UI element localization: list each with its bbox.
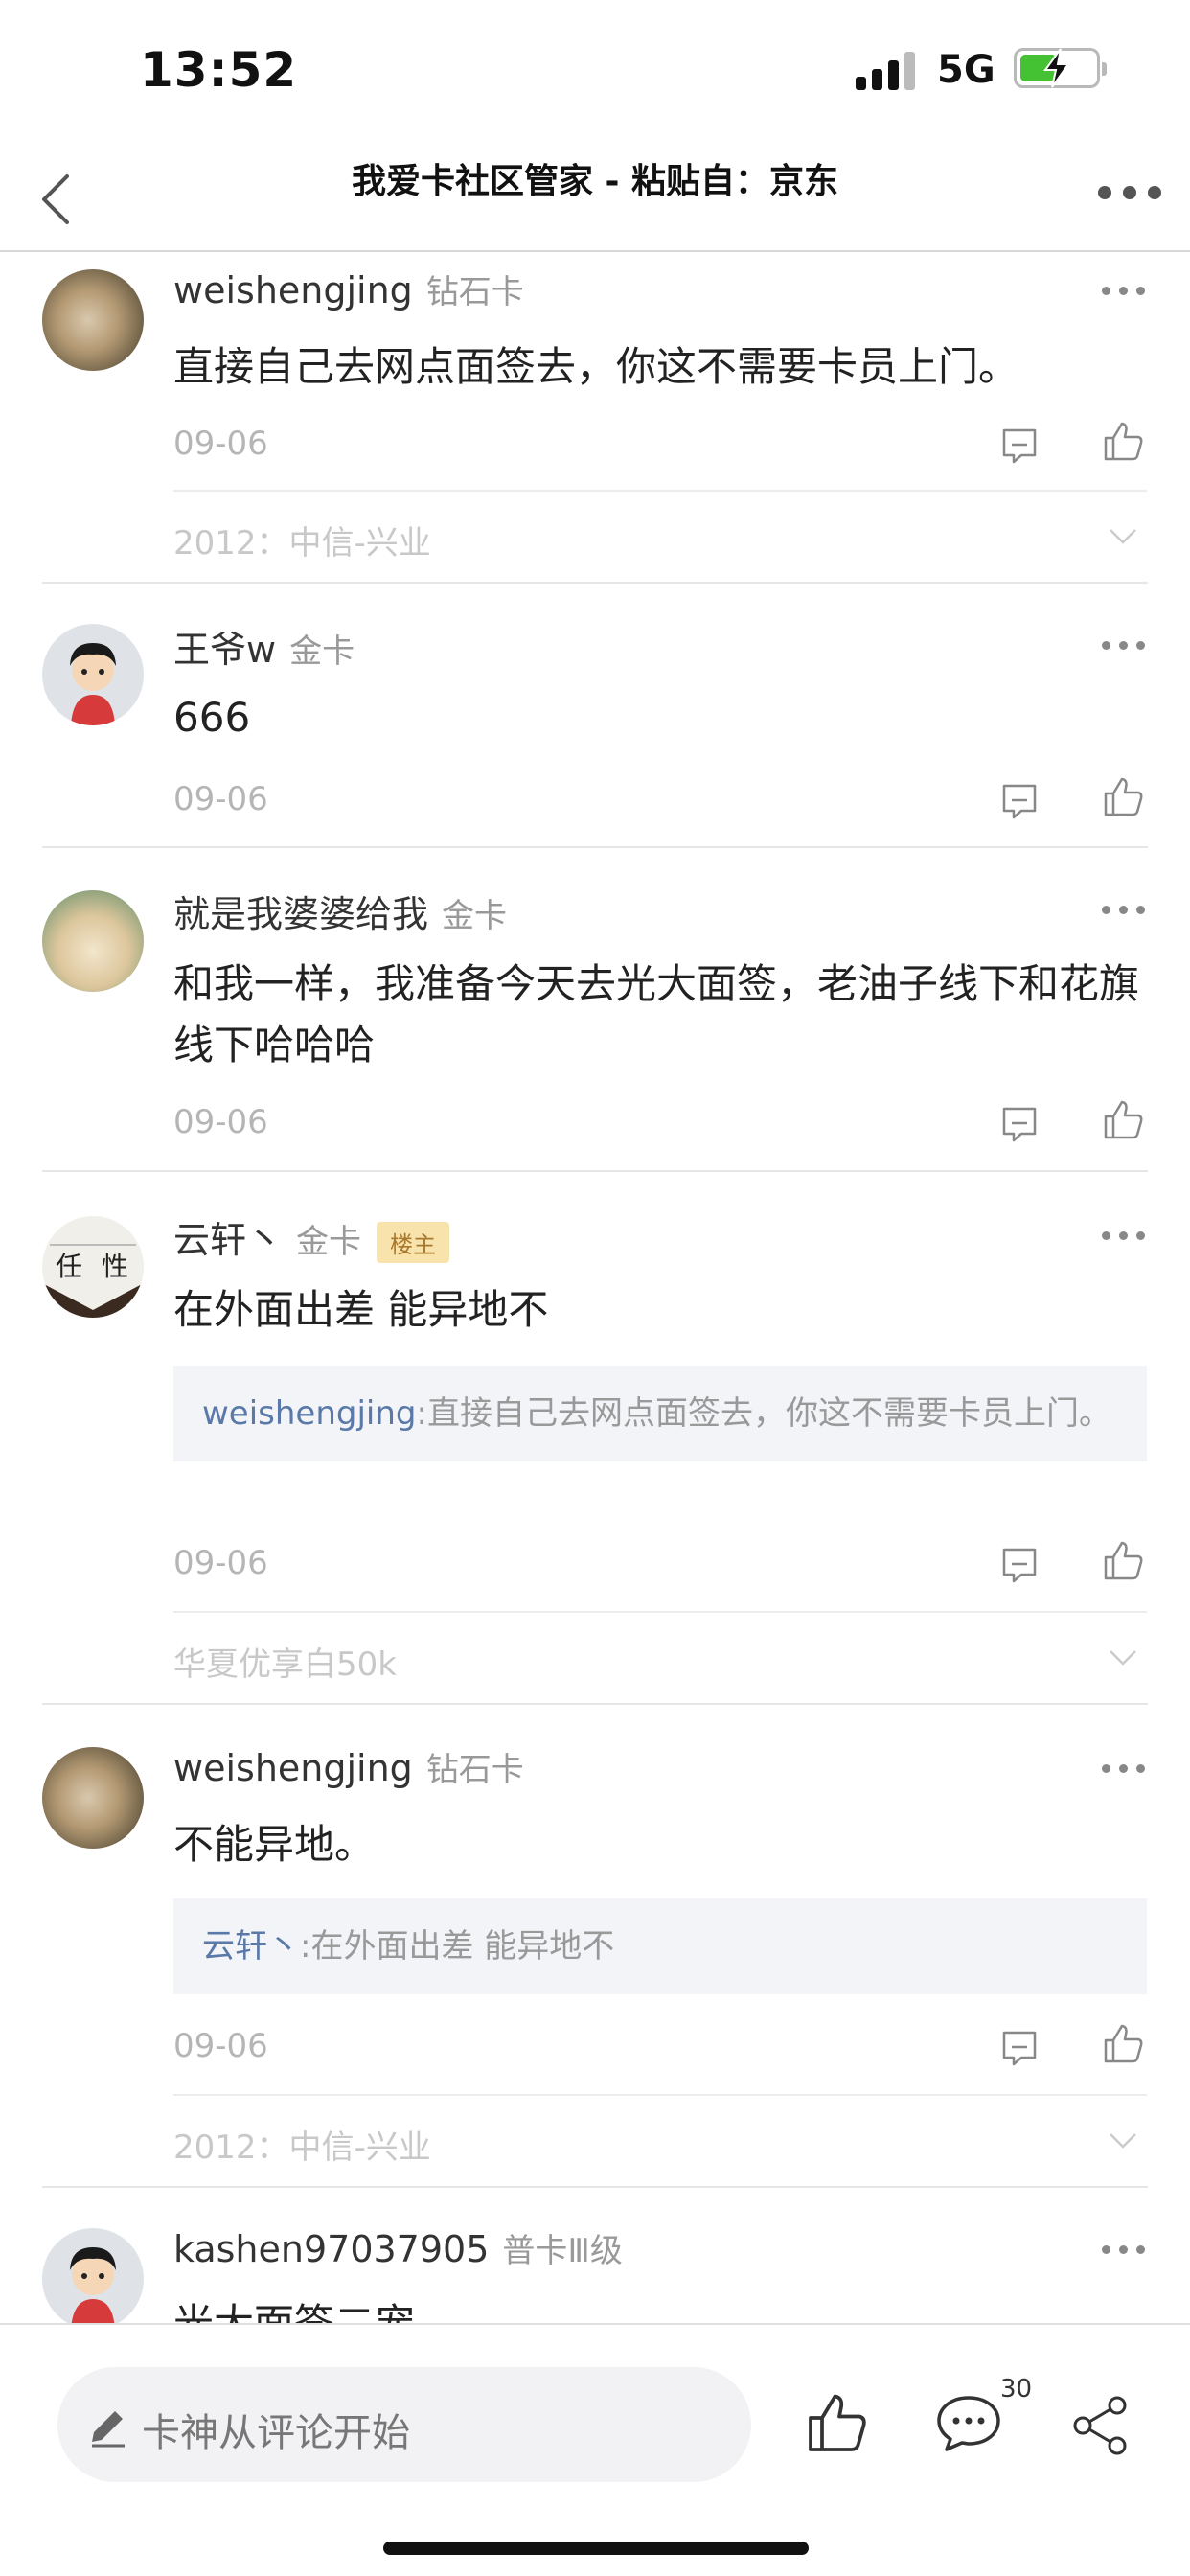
reply-icon[interactable]: [1000, 1105, 1039, 1143]
network-type: 5G: [937, 48, 995, 92]
divider: [42, 582, 1148, 584]
like-icon[interactable]: [1102, 776, 1144, 818]
comment-more-icon[interactable]: [1102, 2245, 1146, 2257]
reply-icon[interactable]: [1000, 426, 1039, 465]
comment-user[interactable]: 云轩丶 金卡 楼主: [173, 1210, 450, 1263]
divider: [42, 1170, 1148, 1172]
comment-user[interactable]: 王爷w 金卡: [173, 620, 355, 673]
comment-text: 在外面出差 能异地不: [173, 1286, 549, 1333]
card-tag-row[interactable]: 2012：中信-兴业: [173, 2094, 1147, 2186]
quoted-comment[interactable]: 云轩丶:在外面出差 能异地不: [173, 1898, 1147, 1994]
user-level: 金卡: [296, 1223, 362, 1261]
chevron-down-icon: [1110, 529, 1136, 544]
quoted-text: :直接自己去网点面签去，你这不需要卡员上门。: [416, 1394, 1111, 1433]
user-level: 金卡: [289, 632, 355, 671]
avatar[interactable]: [42, 269, 144, 371]
comment-more-icon[interactable]: [1102, 641, 1146, 653]
comment-text: 不能异地。: [173, 1821, 376, 1868]
status-bar: 13:52 5G: [0, 0, 1190, 144]
card-tag-row[interactable]: 2012：中信-兴业: [173, 490, 1147, 582]
card-tag: 2012：中信-兴业: [173, 524, 431, 563]
comment-more-icon[interactable]: [1102, 906, 1146, 917]
comment-input-placeholder: 卡神从评论开始: [142, 2411, 410, 2455]
divider: [42, 1703, 1148, 1705]
avatar[interactable]: [42, 890, 144, 992]
nav-bar: 我爱卡社区管家 - 粘贴自：京东: [0, 144, 1190, 252]
home-indicator: [383, 2542, 809, 2555]
page-title: 我爱卡社区管家 - 粘贴自：京东: [351, 162, 838, 201]
comment-more-icon[interactable]: [1102, 287, 1146, 298]
user-level: 钻石卡: [425, 1751, 524, 1789]
user-level: 钻石卡: [425, 273, 524, 311]
user-level: 普卡Ⅲ级: [502, 2232, 623, 2270]
chevron-down-icon: [1110, 1650, 1136, 1666]
comment-user[interactable]: weishengjing 钻石卡: [173, 265, 524, 312]
avatar[interactable]: [42, 624, 144, 725]
comment-text: 光大面签二宠: [173, 2293, 1141, 2323]
like-icon[interactable]: [1102, 1099, 1144, 1141]
like-icon[interactable]: [1102, 2023, 1144, 2065]
comments-icon[interactable]: [935, 2394, 1002, 2453]
like-icon[interactable]: [1102, 421, 1144, 463]
comment-more-icon[interactable]: [1102, 1231, 1146, 1243]
comment-text: 和我一样，我准备今天去光大面签，老油子线下和花旗线下哈哈哈: [173, 960, 1140, 1069]
comment-text: 666: [173, 694, 251, 741]
card-tag: 2012：中信-兴业: [173, 2128, 431, 2167]
comment-date: 09-06: [173, 2027, 268, 2065]
quoted-comment[interactable]: weishengjing:直接自己去网点面签去，你这不需要卡员上门。: [173, 1366, 1147, 1461]
like-icon[interactable]: [1102, 1540, 1144, 1582]
like-post-icon[interactable]: [805, 2392, 868, 2455]
comment-date: 09-06: [173, 1103, 268, 1141]
reply-icon[interactable]: [1000, 782, 1039, 820]
battery-icon: [1014, 48, 1107, 88]
avatar[interactable]: [42, 2228, 144, 2323]
comment-date: 09-06: [173, 425, 268, 463]
svg-text:任: 任: [56, 1251, 82, 1282]
comment-count: 30: [1000, 2375, 1033, 2404]
owner-badge: 楼主: [377, 1222, 450, 1263]
user-level: 金卡: [442, 897, 508, 935]
more-options-icon[interactable]: [1098, 186, 1165, 205]
comment-user[interactable]: weishengjing 钻石卡: [173, 1743, 524, 1790]
card-tag: 华夏优享白50k: [173, 1645, 397, 1684]
divider: [42, 846, 1148, 848]
comment-user[interactable]: 就是我婆婆给我 金卡: [173, 885, 507, 937]
comment-user[interactable]: kashen97037905 普卡Ⅲ级: [173, 2224, 623, 2271]
comment-item: kashen97037905普卡Ⅲ级 光大面签二宠: [0, 2186, 1190, 2323]
comment-date: 09-06: [173, 780, 268, 818]
quoted-text: :在外面出差 能异地不: [300, 1927, 615, 1966]
pencil-icon: [92, 2411, 125, 2448]
signal-icon: [856, 50, 919, 90]
share-icon[interactable]: [1071, 2394, 1131, 2457]
status-time: 13:52: [140, 42, 298, 98]
comment-input[interactable]: 卡神从评论开始: [57, 2367, 751, 2482]
comment-more-icon[interactable]: [1102, 1764, 1146, 1776]
avatar[interactable]: 任性: [42, 1216, 144, 1318]
avatar[interactable]: [42, 1747, 144, 1849]
quoted-user[interactable]: 云轩丶: [202, 1927, 300, 1966]
svg-text:性: 性: [102, 1251, 128, 1282]
bottom-action-bar: 卡神从评论开始 30: [0, 2323, 1190, 2576]
reply-icon[interactable]: [1000, 1546, 1039, 1584]
quoted-user[interactable]: weishengjing: [202, 1394, 417, 1433]
chevron-down-icon: [1110, 2133, 1136, 2149]
card-tag-row[interactable]: 华夏优享白50k: [173, 1611, 1147, 1703]
reply-icon[interactable]: [1000, 2029, 1039, 2067]
comment-date: 09-06: [173, 1544, 268, 1582]
comment-text: 直接自己去网点面签去，你这不需要卡员上门。: [173, 343, 1019, 390]
